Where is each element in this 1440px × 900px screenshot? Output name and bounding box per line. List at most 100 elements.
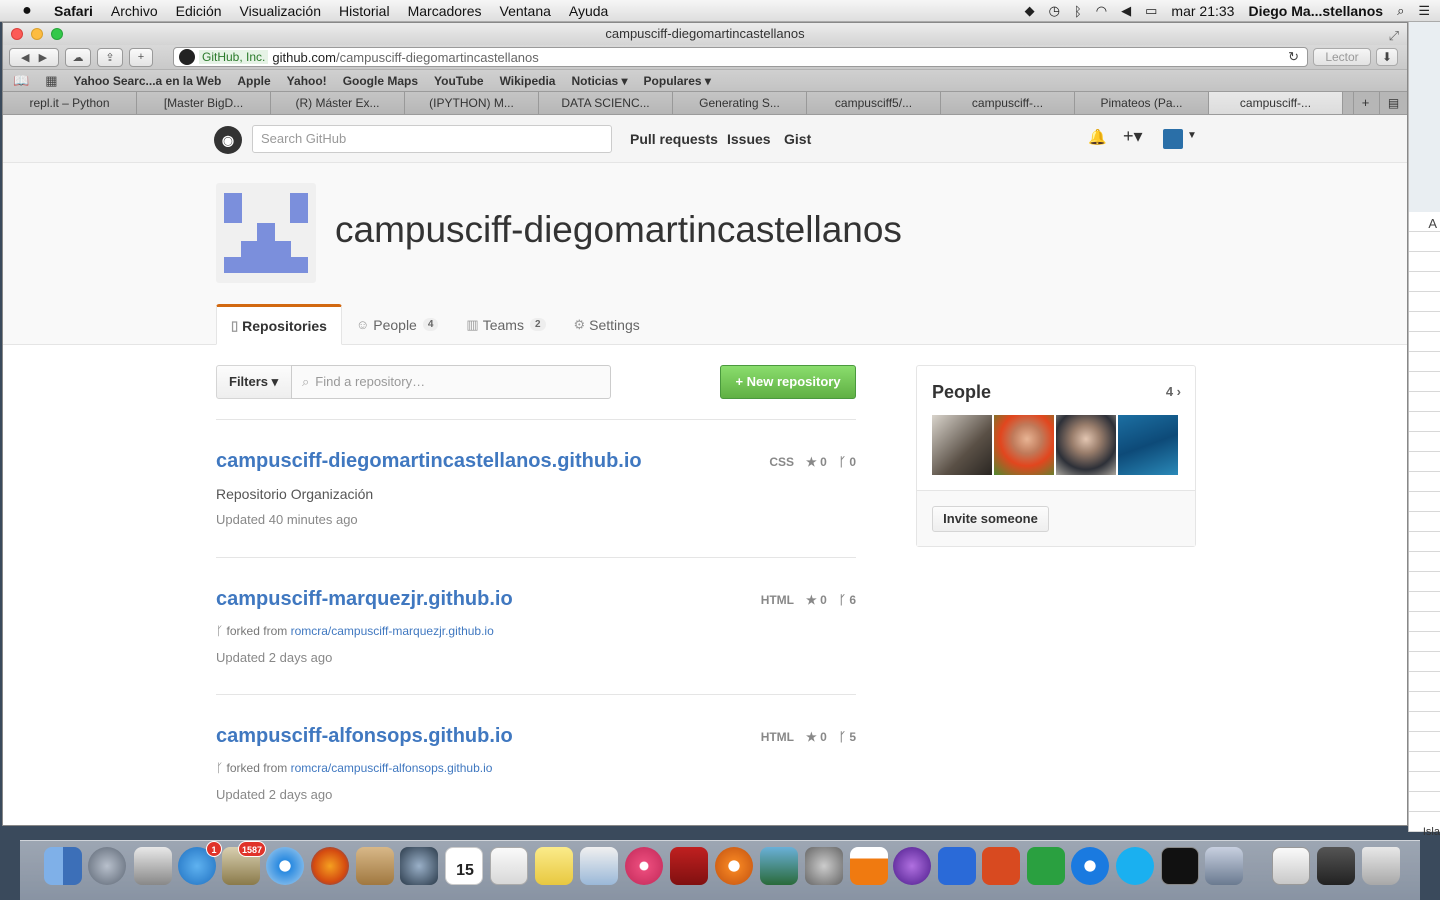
facetime-icon[interactable]: [400, 847, 438, 885]
bookmark-yahoo-search[interactable]: Yahoo Searc...a en la Web: [73, 74, 221, 88]
member-avatar[interactable]: [1118, 415, 1178, 475]
icloud-tabs-button[interactable]: ☁: [65, 47, 91, 67]
browser-tab[interactable]: Pimateos (Pa...: [1075, 92, 1209, 114]
fork-source-link[interactable]: romcra/campusciff-alfonsops.github.io: [291, 761, 493, 775]
browser-tab[interactable]: campusciff5/...: [807, 92, 941, 114]
excel-icon[interactable]: [1027, 847, 1065, 885]
repo-name-link[interactable]: campusciff-alfonsops.github.io: [216, 725, 513, 748]
documents-folder-icon[interactable]: [1272, 847, 1310, 885]
nav-issues[interactable]: Issues: [727, 131, 771, 147]
reading-list-icon[interactable]: 📖: [13, 73, 29, 89]
github-search-input[interactable]: Search GitHub: [252, 125, 612, 153]
tab-repositories[interactable]: ▯ Repositories: [216, 304, 342, 345]
new-repository-button[interactable]: + New repository: [720, 365, 856, 399]
browser-tab-active[interactable]: campusciff-...: [1209, 92, 1343, 114]
ibooks-icon[interactable]: [715, 847, 753, 885]
bookmark-yahoo[interactable]: Yahoo!: [287, 74, 327, 88]
create-new-plus-icon[interactable]: +▾: [1123, 126, 1143, 147]
bookmark-apple[interactable]: Apple: [237, 74, 270, 88]
repo-stars[interactable]: ★ 0: [806, 593, 827, 607]
user-avatar[interactable]: [1163, 129, 1183, 149]
browser-tab[interactable]: (IPYTHON) M...: [405, 92, 539, 114]
repo-forks[interactable]: ᚴ 5: [839, 730, 856, 744]
bookmark-wikipedia[interactable]: Wikipedia: [500, 74, 556, 88]
browser-tab[interactable]: (R) Máster Ex...: [271, 92, 405, 114]
menu-edicion[interactable]: Edición: [176, 3, 222, 19]
photo-booth-icon[interactable]: [670, 847, 708, 885]
menu-archivo[interactable]: Archivo: [111, 3, 158, 19]
menu-ayuda[interactable]: Ayuda: [569, 3, 608, 19]
filters-dropdown[interactable]: Filters ▾: [216, 365, 292, 399]
add-bookmark-button[interactable]: +: [129, 47, 153, 67]
people-count-link[interactable]: 4 ›: [1166, 384, 1181, 399]
tab-settings[interactable]: ⚙ Settings: [560, 304, 654, 345]
apple-menu-icon[interactable]: ●: [18, 2, 36, 20]
address-bar[interactable]: GitHub, Inc. github.com /campusciff-dieg…: [173, 47, 1308, 67]
battery-icon[interactable]: ▭: [1145, 3, 1157, 19]
repo-name-link[interactable]: campusciff-diegomartincastellanos.github…: [216, 450, 642, 473]
bookmark-google-maps[interactable]: Google Maps: [343, 74, 418, 88]
terminal-icon[interactable]: [1161, 847, 1199, 885]
torrent-icon[interactable]: [893, 847, 931, 885]
safari-icon[interactable]: [266, 847, 304, 885]
menu-app-safari[interactable]: Safari: [54, 3, 93, 19]
github-logo-icon[interactable]: ◉: [214, 126, 242, 154]
nav-gist[interactable]: Gist: [784, 131, 811, 147]
fullscreen-icon[interactable]: ⤢: [1389, 25, 1399, 47]
menu-ventana[interactable]: Ventana: [500, 3, 551, 19]
calendar-icon[interactable]: 15: [445, 847, 483, 885]
downloads-icon[interactable]: ⬇: [1376, 48, 1398, 66]
finder-icon[interactable]: [44, 847, 82, 885]
time-machine-icon[interactable]: ◷: [1049, 3, 1060, 19]
back-forward-buttons[interactable]: ◀ ▶: [9, 47, 59, 67]
repo-forks[interactable]: ᚴ 0: [839, 455, 856, 469]
word-icon[interactable]: [938, 847, 976, 885]
mission-control-icon[interactable]: [134, 847, 172, 885]
zoom-window-button[interactable]: [51, 28, 63, 40]
teamviewer-icon[interactable]: [1071, 847, 1109, 885]
repo-name-link[interactable]: campusciff-marquezjr.github.io: [216, 588, 513, 611]
browser-tab[interactable]: repl.it – Python: [3, 92, 137, 114]
volume-icon[interactable]: ◀: [1121, 3, 1131, 19]
menu-visualizacion[interactable]: Visualización: [240, 3, 321, 19]
repo-stars[interactable]: ★ 0: [806, 455, 827, 469]
preview-icon[interactable]: [580, 847, 618, 885]
notification-center-icon[interactable]: ☰: [1418, 3, 1430, 19]
nav-pull-requests[interactable]: Pull requests: [630, 131, 718, 147]
dropbox-icon[interactable]: ◆: [1025, 3, 1035, 19]
bookmark-youtube[interactable]: YouTube: [434, 74, 484, 88]
share-button[interactable]: ⇪: [97, 47, 123, 67]
tab-teams[interactable]: ▥ Teams 2: [452, 304, 559, 345]
reader-button[interactable]: Lector: [1313, 48, 1371, 66]
trash-icon[interactable]: [1362, 847, 1400, 885]
menu-clock[interactable]: mar 21:33: [1171, 3, 1234, 19]
firefox-icon[interactable]: [311, 847, 349, 885]
skype-icon[interactable]: [1116, 847, 1154, 885]
menu-marcadores[interactable]: Marcadores: [408, 3, 482, 19]
repo-stars[interactable]: ★ 0: [806, 730, 827, 744]
forward-icon[interactable]: ▶: [39, 51, 47, 64]
find-repository-input[interactable]: ⌕ Find a repository…: [291, 365, 611, 399]
spotlight-icon[interactable]: ⌕: [1397, 3, 1404, 19]
chevron-down-icon[interactable]: ▼: [1187, 130, 1197, 141]
wifi-icon[interactable]: ◠: [1096, 3, 1107, 19]
app-store-icon[interactable]: 1: [178, 841, 222, 885]
powerpoint-icon[interactable]: [982, 847, 1020, 885]
bookmark-folder-noticias[interactable]: Noticias ▾: [571, 74, 627, 88]
downloads-stack-icon[interactable]: [1317, 847, 1355, 885]
bluetooth-icon[interactable]: ᛒ: [1074, 4, 1082, 19]
member-avatar[interactable]: [994, 415, 1054, 475]
menu-historial[interactable]: Historial: [339, 3, 390, 19]
browser-tab[interactable]: campusciff-...: [941, 92, 1075, 114]
iphoto-icon[interactable]: [760, 847, 798, 885]
notifications-bell-icon[interactable]: 🔔: [1088, 128, 1107, 146]
member-avatar[interactable]: [932, 415, 992, 475]
browser-tab[interactable]: Generating S...: [673, 92, 807, 114]
menu-user[interactable]: Diego Ma...stellanos: [1248, 3, 1383, 19]
new-tab-icon[interactable]: +: [1353, 92, 1377, 114]
itunes-icon[interactable]: [625, 847, 663, 885]
contacts-icon[interactable]: [356, 847, 394, 885]
launchpad-icon[interactable]: [88, 847, 126, 885]
browser-tab[interactable]: DATA SCIENC...: [539, 92, 673, 114]
reminders-icon[interactable]: [490, 847, 528, 885]
